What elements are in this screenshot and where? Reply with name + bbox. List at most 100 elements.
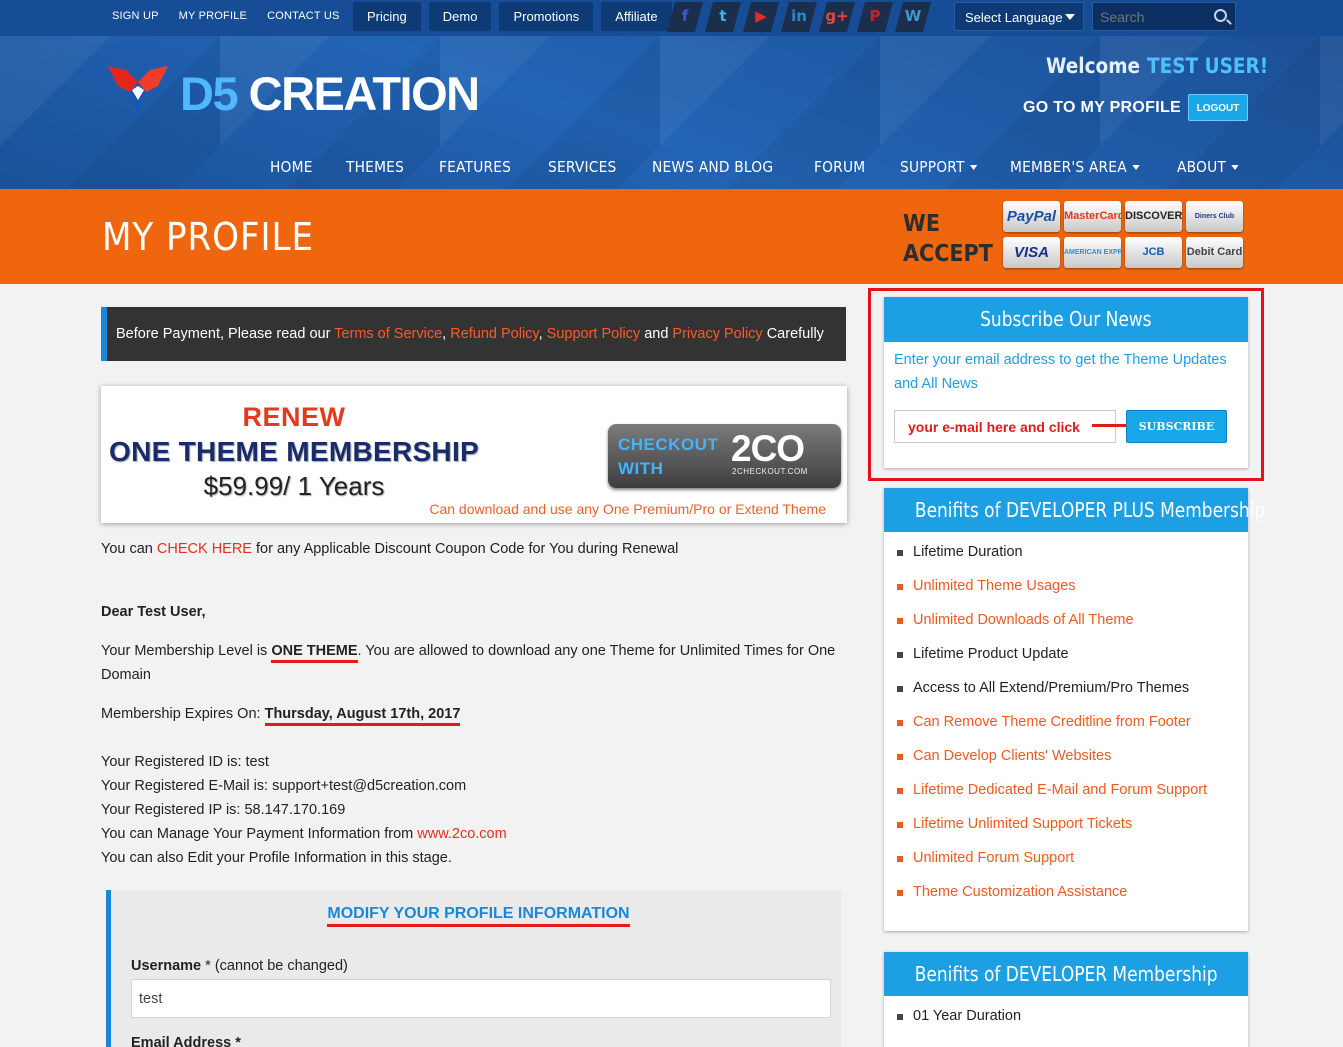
username-label: Username xyxy=(131,958,202,974)
logout-button[interactable]: LOGOUT xyxy=(1188,94,1248,121)
coupon-line: You can CHECK HERE for any Applicable Di… xyxy=(101,541,678,557)
modify-heading: MODIFY YOUR PROFILE INFORMATION xyxy=(327,905,630,927)
list-item-text: Lifetime Duration xyxy=(913,544,1023,560)
list-item-text: Unlimited Downloads of All Theme xyxy=(913,612,1134,628)
twitter-icon[interactable]: t xyxy=(704,2,742,32)
privacy-policy-link[interactable]: Privacy Policy xyxy=(672,326,762,342)
bullet-icon xyxy=(897,720,903,726)
subscribe-heading: Subscribe Our News xyxy=(884,297,1248,342)
membership-level-line: Your Membership Level is ONE THEME. You … xyxy=(101,643,835,663)
subscribe-heading-text: Subscribe Our News xyxy=(980,307,1152,331)
list-item: Access to All Extend/Premium/Pro Themes xyxy=(897,680,1189,696)
subscribe-button[interactable]: SUBSCRIBE xyxy=(1126,410,1227,443)
list-item: Lifetime Product Update xyxy=(897,646,1069,662)
nav-item-label: ABOUT xyxy=(1176,158,1226,176)
list-item-text: 01 Year Duration xyxy=(913,1008,1022,1024)
logo-creation: CREATION xyxy=(248,67,480,120)
list-item: 01 Year Duration xyxy=(897,1008,1022,1024)
bullet-icon xyxy=(897,686,903,692)
bullet-icon xyxy=(897,618,903,624)
nav-item-label: SUPPORT xyxy=(899,158,965,176)
checkout-brand: 2CO xyxy=(731,428,805,469)
nav-item-themes[interactable]: THEMES xyxy=(346,158,404,176)
registered-email: Your Registered E-Mail is: support+test@… xyxy=(101,778,467,794)
page-title: MY PROFILE xyxy=(102,215,315,259)
top-bar: SIGN UP MY PROFILE CONTACT US Pricing De… xyxy=(0,0,1343,36)
search-input[interactable] xyxy=(1093,3,1211,30)
linkedin-icon[interactable]: in xyxy=(780,2,818,32)
developer-plus-heading-text: Benifits of DEVELOPER PLUS Membership xyxy=(914,498,1266,522)
bullet-icon xyxy=(897,754,903,760)
checkout-2co-button[interactable]: CHECKOUT WITH 2CO 2CHECKOUT.COM xyxy=(608,424,841,488)
checkout-brand-sub: 2CHECKOUT.COM xyxy=(732,467,808,476)
2co-link[interactable]: www.2co.com xyxy=(417,826,506,842)
subscribe-description: Enter your email address to get the Them… xyxy=(894,352,1227,392)
notice-and: and xyxy=(640,326,673,342)
renew-price: $59.99/ 1 Years xyxy=(203,471,385,501)
google-plus-icon[interactable]: g+ xyxy=(818,2,856,32)
notice-prefix: Before Payment, Please read our xyxy=(116,326,335,342)
list-item: Unlimited Downloads of All Theme xyxy=(897,612,1134,628)
bullet-icon xyxy=(897,652,903,658)
nav-item-about[interactable]: ABOUT xyxy=(1177,158,1239,176)
support-policy-link[interactable]: Support Policy xyxy=(547,326,641,342)
nav-item-support[interactable]: SUPPORT xyxy=(900,158,978,176)
we-accept-line1: WE xyxy=(903,211,940,237)
nav-item-services[interactable]: SERVICES xyxy=(548,158,616,176)
list-item: Can Remove Theme Creditline from Footer xyxy=(897,714,1191,730)
subscribe-widget: Subscribe Our News Enter your email addr… xyxy=(884,297,1248,468)
pinterest-icon[interactable]: P xyxy=(856,2,894,32)
pricing-button[interactable]: Pricing xyxy=(353,2,421,31)
bullet-icon xyxy=(897,890,903,896)
go-to-profile-link[interactable]: GO TO MY PROFILE xyxy=(1023,99,1181,117)
top-links: SIGN UP MY PROFILE CONTACT US xyxy=(112,10,360,22)
nav-item-news-and-blog[interactable]: NEWS AND BLOG xyxy=(652,158,773,176)
nav-item-features[interactable]: FEATURES xyxy=(439,158,511,176)
contact-us-link[interactable]: CONTACT US xyxy=(267,10,340,22)
search-box xyxy=(1092,2,1236,31)
list-item-text: Unlimited Theme Usages xyxy=(913,578,1076,594)
wordpress-icon[interactable]: W xyxy=(894,2,932,32)
expires-line: Membership Expires On: Thursday, August … xyxy=(101,706,461,726)
chevron-down-icon xyxy=(969,164,978,170)
list-item-text: Lifetime Product Update xyxy=(913,646,1069,662)
welcome-text: Welcome xyxy=(1046,54,1141,78)
list-item-text: Theme Customization Assistance xyxy=(913,884,1128,900)
search-icon[interactable] xyxy=(1214,9,1227,22)
language-select-label: Select Language xyxy=(965,10,1063,25)
youtube-icon[interactable]: ▶ xyxy=(742,2,780,32)
logo-d5: D5 xyxy=(180,67,239,120)
developer-plus-heading: Benifits of DEVELOPER PLUS Membership xyxy=(884,488,1265,532)
nav-item-home[interactable]: HOME xyxy=(270,158,313,176)
we-accept-label: WE ACCEPT xyxy=(903,209,993,269)
payment-notice: Before Payment, Please read our Terms of… xyxy=(101,307,846,361)
social-icon-glyph: W xyxy=(904,7,922,25)
subscribe-email-input[interactable] xyxy=(894,410,1116,443)
demo-button[interactable]: Demo xyxy=(428,2,492,31)
nav-item-label: HOME xyxy=(270,158,313,176)
affiliate-button[interactable]: Affiliate xyxy=(601,2,672,31)
nav-item-forum[interactable]: FORUM xyxy=(814,158,865,176)
list-item: Theme Customization Assistance xyxy=(897,884,1128,900)
check-here-link[interactable]: CHECK HERE xyxy=(157,541,252,557)
card-paypal-icon: PayPal xyxy=(1003,201,1060,232)
sign-up-link[interactable]: SIGN UP xyxy=(112,10,159,22)
notice-sep2: , xyxy=(538,326,547,342)
nav-item-label: FORUM xyxy=(813,158,866,176)
refund-policy-link[interactable]: Refund Policy xyxy=(450,326,538,342)
facebook-icon[interactable]: f xyxy=(666,2,704,32)
list-item: Lifetime Duration xyxy=(897,544,1023,560)
promotions-button[interactable]: Promotions xyxy=(499,2,594,31)
list-item: Unlimited Theme Usages xyxy=(897,578,1076,594)
username-field[interactable] xyxy=(131,979,831,1018)
developer-heading-text: Benifits of DEVELOPER Membership xyxy=(914,962,1218,986)
language-select[interactable]: Select Language xyxy=(954,2,1084,31)
logo-icon xyxy=(108,66,168,118)
renew-plan: ONE THEME MEMBERSHIP xyxy=(108,436,480,467)
my-profile-link[interactable]: MY PROFILE xyxy=(179,10,247,22)
nav-item-member-s-area[interactable]: MEMBER'S AREA xyxy=(1010,158,1140,176)
greeting: Dear Test User, xyxy=(101,604,206,620)
renew-membership-card: RENEW ONE THEME MEMBERSHIP $59.99/ 1 Yea… xyxy=(101,386,847,523)
terms-of-service-link[interactable]: Terms of Service xyxy=(334,326,442,342)
nav-item-label: MEMBER'S AREA xyxy=(1009,158,1127,176)
